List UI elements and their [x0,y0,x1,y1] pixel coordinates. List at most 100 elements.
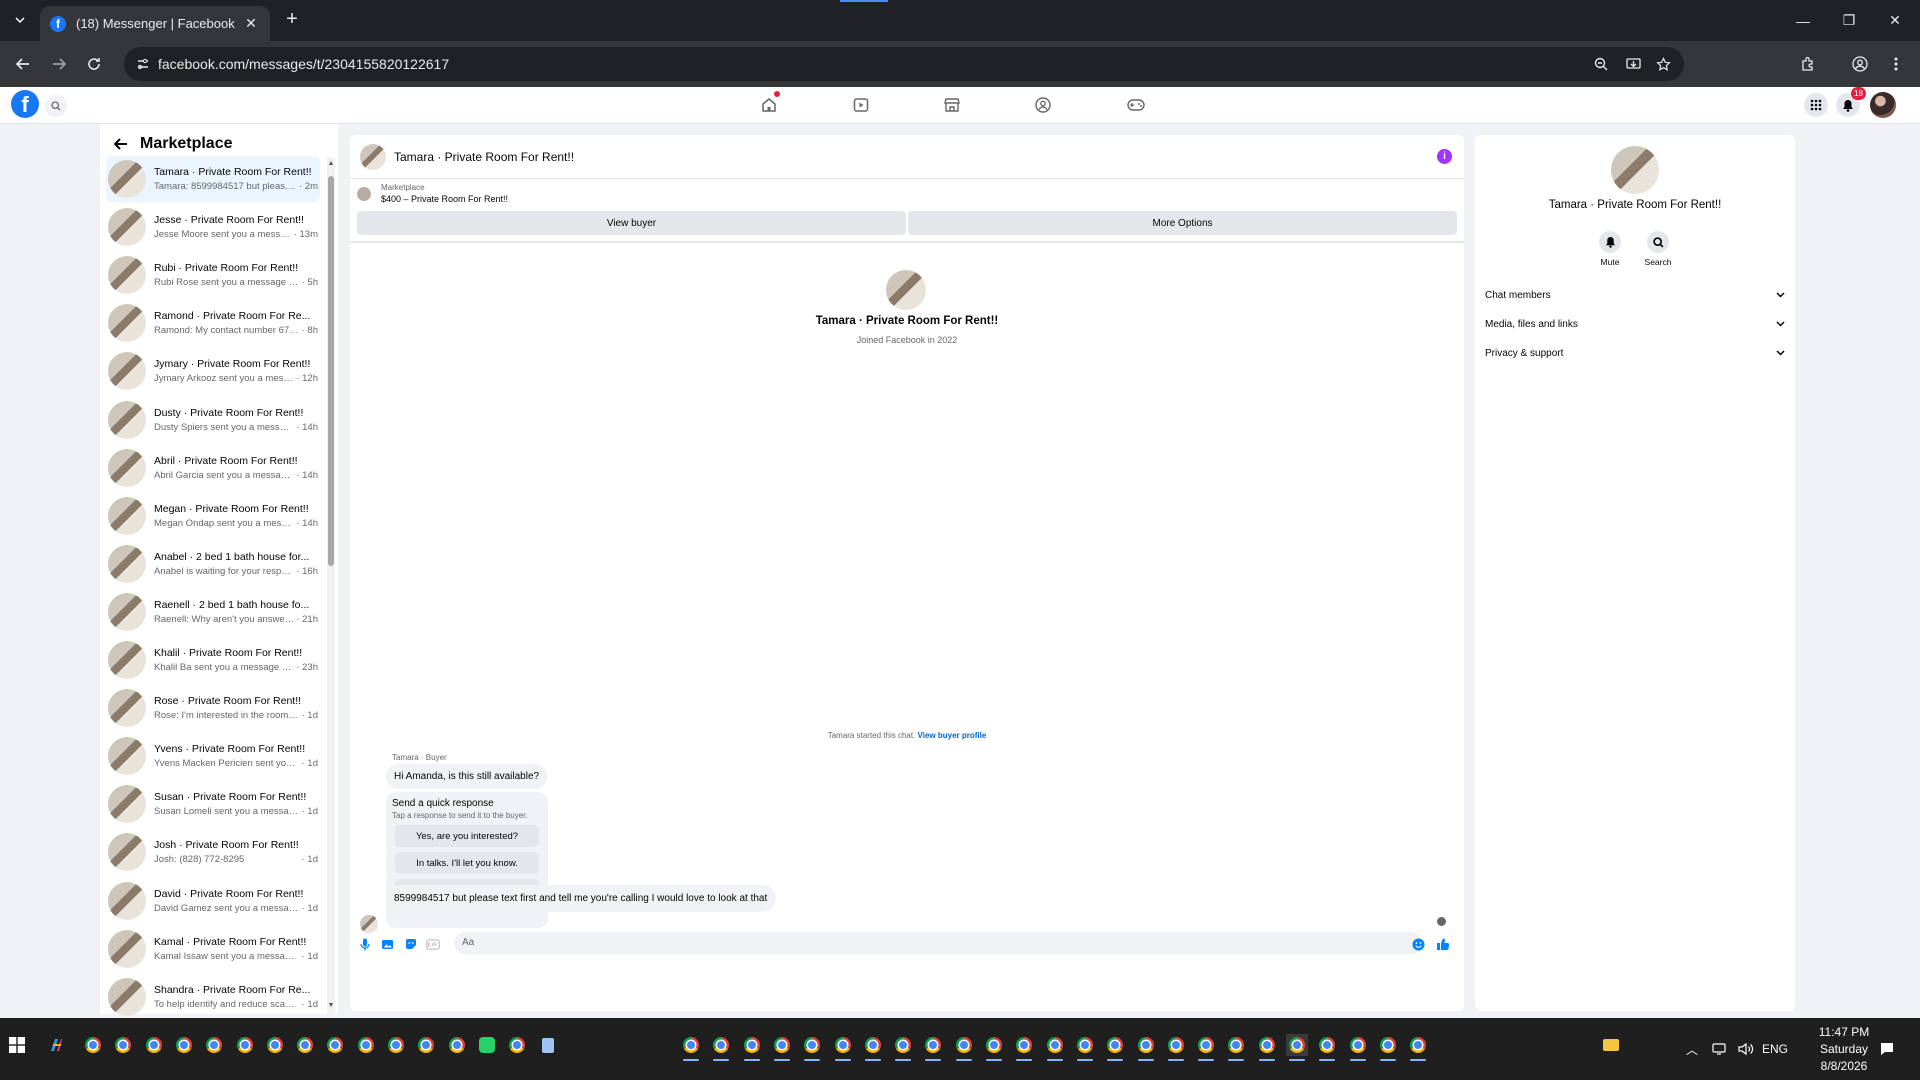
chrome-app[interactable] [1256,1034,1278,1056]
forward-button[interactable] [45,50,73,78]
site-info-icon[interactable] [132,53,154,75]
nav-marketplace[interactable] [937,93,967,117]
restore-button[interactable]: ❐ [1826,0,1872,41]
conversation-item[interactable]: Susan · Private Room For Rent!! Susan Lom… [106,781,320,827]
profile-icon[interactable] [1848,52,1872,76]
chrome-app[interactable] [1225,1034,1247,1056]
language-indicator[interactable]: ENG [1762,1018,1788,1080]
search-in-chat-button[interactable] [1647,231,1669,253]
chrome-app[interactable] [1316,1034,1338,1056]
account-avatar[interactable] [1870,92,1896,118]
chrome-app[interactable] [1074,1034,1096,1056]
conversation-item[interactable]: Tamara · Private Room For Rent!! Tamara: … [106,156,320,202]
chrome-app[interactable] [112,1034,134,1056]
message-input[interactable]: Aa [454,932,1422,954]
mute-action[interactable]: Mute [1590,231,1630,267]
conversation-item[interactable]: Dusty · Private Room For Rent!! Dusty Spi… [106,397,320,443]
voice-clip-button[interactable] [358,937,372,951]
close-tab-icon[interactable]: ✕ [242,15,260,32]
chrome-app[interactable] [680,1034,702,1056]
send-like-button[interactable] [1436,937,1450,951]
close-window-button[interactable]: ✕ [1872,0,1918,41]
chrome-app[interactable] [1135,1034,1157,1056]
chrome-app[interactable] [1013,1034,1035,1056]
chrome-app[interactable] [983,1034,1005,1056]
conversation-item[interactable]: Khalil · Private Room For Rent!! Khalil B… [106,637,320,683]
conversation-item[interactable]: Jesse · Private Room For Rent!! Jesse Moo… [106,204,320,250]
conversation-item[interactable]: Abril · Private Room For Rent!! Abril Gar… [106,445,320,491]
conversation-item[interactable]: Yvens · Private Room For Rent!! Yvens Mac… [106,733,320,779]
sticker-button[interactable] [404,937,418,951]
conversation-item[interactable]: Ramond · Private Room For Re... Ramond: M… [106,300,320,346]
chrome-app[interactable] [771,1034,793,1056]
menu-button[interactable] [1804,93,1828,117]
chrome-app[interactable] [173,1034,195,1056]
conversation-avatar[interactable] [360,143,386,170]
chrome-app[interactable] [1286,1034,1308,1056]
chrome-app[interactable] [446,1034,468,1056]
chrome-app[interactable] [892,1034,914,1056]
emoji-button[interactable] [1411,937,1425,951]
chrome-app[interactable] [832,1034,854,1056]
gif-button[interactable] [426,937,440,951]
listing-summary[interactable]: Marketplace $400 – Private Room For Rent… [357,183,508,204]
scrollbar-thumb[interactable] [328,176,334,566]
scroll-down-arrow-icon[interactable]: ▼ [327,1002,335,1012]
chrome-app[interactable] [1195,1034,1217,1056]
conversation-item[interactable]: Kamal · Private Room For Rent!! Kamal Iss… [106,926,320,972]
chrome-app[interactable] [1407,1034,1429,1056]
buyer-profile-avatar[interactable] [886,270,926,310]
volume-icon[interactable] [1738,1018,1754,1080]
reload-button[interactable] [80,50,108,78]
scroll-up-arrow-icon[interactable]: ▲ [327,160,335,170]
install-app-icon[interactable] [1622,53,1644,75]
chrome-app[interactable] [922,1034,944,1056]
extensions-icon[interactable] [1796,52,1820,76]
back-to-chats-button[interactable] [110,133,132,155]
chrome-app[interactable] [1044,1034,1066,1056]
chrome-app[interactable] [1347,1034,1369,1056]
chrome-app[interactable] [324,1034,346,1056]
conversation-item[interactable]: David · Private Room For Rent!! David Gam… [106,878,320,924]
conversation-item[interactable]: Josh · Private Room For Rent!! Josh: (828… [106,829,320,875]
section-privacy-support[interactable]: Privacy & support [1485,344,1785,362]
start-button[interactable] [6,1034,28,1056]
quick-reply-in-talks[interactable]: In talks. I'll let you know. [395,852,539,874]
chrome-app[interactable] [355,1034,377,1056]
browser-tab[interactable]: f (18) Messenger | Facebook ✕ [40,6,270,41]
conversation-item[interactable]: Megan · Private Room For Rent!! Megan Ond… [106,493,320,539]
kebab-menu-icon[interactable] [1884,52,1908,76]
tray-overflow-icon[interactable]: ︿ [1686,1018,1698,1080]
info-avatar[interactable] [1611,146,1659,194]
conversation-item[interactable]: Jymary · Private Room For Rent!! Jymary A… [106,348,320,394]
chrome-app[interactable] [294,1034,316,1056]
quick-reply-yes[interactable]: Yes, are you interested? [395,825,539,847]
chrome-app[interactable] [1104,1034,1126,1056]
address-bar[interactable]: facebook.com/messages/t/2304155820122617 [124,47,1684,81]
chrome-app[interactable] [953,1034,975,1056]
conversation-item[interactable]: Rose · Private Room For Rent!! Rose: I'm … [106,685,320,731]
chrome-app[interactable] [143,1034,165,1056]
view-buyer-profile-link[interactable]: View buyer profile [918,731,987,740]
conversation-item[interactable]: Rubi · Private Room For Rent!! Rubi Rose … [106,252,320,298]
conversation-header[interactable]: Tamara · Private Room For Rent!! i [350,135,1464,179]
attach-photo-button[interactable] [380,937,394,951]
notepad-app[interactable] [537,1034,559,1056]
bookmark-star-icon[interactable] [1652,53,1674,75]
chrome-app[interactable] [741,1034,763,1056]
system-clock[interactable]: 11:47 PM Saturday 8/8/2026 [1794,1024,1894,1075]
chrome-app[interactable] [203,1034,225,1056]
mute-button[interactable] [1599,231,1621,253]
new-tab-button[interactable]: + [280,8,304,32]
conversation-item[interactable]: Raenell · 2 bed 1 bath house fo... Raenel… [106,589,320,635]
chrome-app[interactable] [710,1034,732,1056]
conversation-info-icon[interactable]: i [1437,149,1452,164]
whatsapp-app[interactable] [476,1034,498,1056]
zoom-icon[interactable] [1590,53,1612,75]
chrome-app[interactable] [506,1034,528,1056]
chrome-app[interactable] [862,1034,884,1056]
chrome-app[interactable] [264,1034,286,1056]
chrome-app[interactable] [385,1034,407,1056]
conversation-item[interactable]: Shandra · Private Room For Re... To help … [106,974,320,1020]
conversation-item[interactable]: Anabel · 2 bed 1 bath house for... Anabel… [106,541,320,587]
